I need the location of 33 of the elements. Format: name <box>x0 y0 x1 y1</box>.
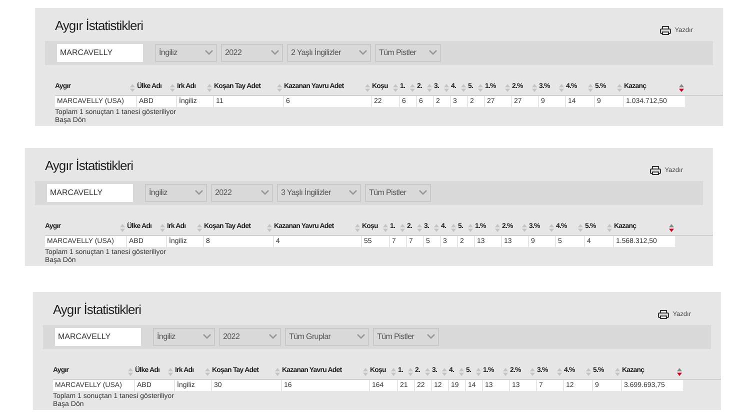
filter-dropdown[interactable]: 2022 <box>221 44 283 62</box>
filter-dropdown[interactable]: Tüm Pistler <box>375 44 441 62</box>
printer-icon <box>660 26 671 36</box>
printer-icon <box>650 166 661 176</box>
search-field[interactable]: MARCAVELLY <box>57 44 143 62</box>
search-field[interactable]: MARCAVELLY <box>47 184 133 202</box>
chevron-down-icon <box>195 190 203 195</box>
filter-dropdown[interactable]: 2022 <box>219 328 281 346</box>
chevron-down-icon <box>349 190 357 195</box>
chevron-down-icon <box>203 334 211 339</box>
chevron-down-icon <box>359 50 367 55</box>
filter-dropdown[interactable]: 2022 <box>211 184 273 202</box>
filter-dropdown[interactable]: 2 Yaşlı İngilizler <box>287 44 371 62</box>
chevron-down-icon <box>261 190 269 195</box>
panel-title: Aygır İstatistikleri <box>53 301 142 319</box>
chevron-down-icon <box>357 334 365 339</box>
panel-title: Aygır İstatistikleri <box>45 157 134 175</box>
filter-dropdown[interactable]: İngiliz <box>145 184 207 202</box>
chevron-down-icon <box>205 50 213 55</box>
chevron-down-icon <box>271 50 279 55</box>
printer-icon <box>658 310 669 320</box>
search-field[interactable]: MARCAVELLY <box>55 328 141 346</box>
chevron-down-icon <box>269 334 277 339</box>
filter-dropdown[interactable]: Tüm Pistler <box>365 184 431 202</box>
chevron-down-icon <box>427 334 435 339</box>
filter-dropdown[interactable]: 3 Yaşlı İngilizler <box>277 184 361 202</box>
chevron-down-icon <box>419 190 427 195</box>
chevron-down-icon <box>429 50 437 55</box>
filter-dropdown[interactable]: İngiliz <box>153 328 215 346</box>
filter-dropdown[interactable]: İngiliz <box>155 44 217 62</box>
panel-title: Aygır İstatistikleri <box>55 17 144 35</box>
filter-dropdown[interactable]: Tüm Gruplar <box>285 328 369 346</box>
filter-dropdown[interactable]: Tüm Pistler <box>373 328 439 346</box>
